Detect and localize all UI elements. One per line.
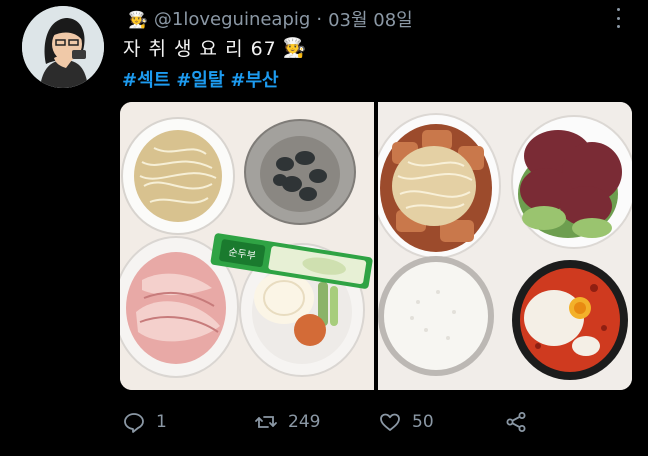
tweet-text: 자 취 생 요 리 67 🧑‍🍳	[123, 34, 307, 61]
tweet-actions: 1 249 50	[122, 404, 552, 440]
media-photo-meal[interactable]	[378, 102, 632, 390]
reply-count: 1	[156, 412, 167, 432]
chef-emoji-title: 🧑‍🍳	[282, 37, 308, 59]
like-count: 50	[412, 412, 434, 432]
reply-icon	[124, 413, 144, 433]
meal-illustration	[378, 102, 632, 390]
hashtag-link[interactable]: #일탈	[176, 66, 224, 92]
retweet-icon	[255, 416, 277, 428]
avatar-illustration	[22, 6, 104, 88]
share-icon	[506, 412, 526, 432]
share-button[interactable]	[504, 410, 528, 434]
like-button[interactable]: 50	[378, 410, 504, 434]
header-separator: ·	[316, 8, 323, 30]
chef-emoji: 🧑‍🍳	[128, 9, 148, 29]
retweet-count: 249	[288, 412, 321, 432]
tweet-title: 자 취 생 요 리 67	[123, 38, 277, 60]
hashtag-link[interactable]: #부산	[230, 66, 278, 92]
heart-icon	[380, 413, 400, 431]
avatar[interactable]	[22, 6, 104, 88]
hashtag-list: #섹트 #일탈 #부산	[122, 66, 279, 92]
tweet-header: 🧑‍🍳 @1loveguineapig · 03월 08일	[128, 6, 413, 32]
hashtag-link[interactable]: #섹트	[122, 66, 170, 92]
retweet-button[interactable]: 249	[254, 410, 378, 434]
more-icon[interactable]	[608, 8, 628, 28]
tweet-date[interactable]: 03월 08일	[328, 6, 413, 32]
reply-button[interactable]: 1	[122, 410, 254, 434]
media-photo-ingredients[interactable]: 순두부	[120, 102, 374, 390]
ingredients-illustration: 순두부	[120, 102, 374, 390]
user-handle[interactable]: @1loveguineapig	[154, 9, 310, 30]
tweet-media[interactable]: 순두부	[120, 102, 632, 390]
